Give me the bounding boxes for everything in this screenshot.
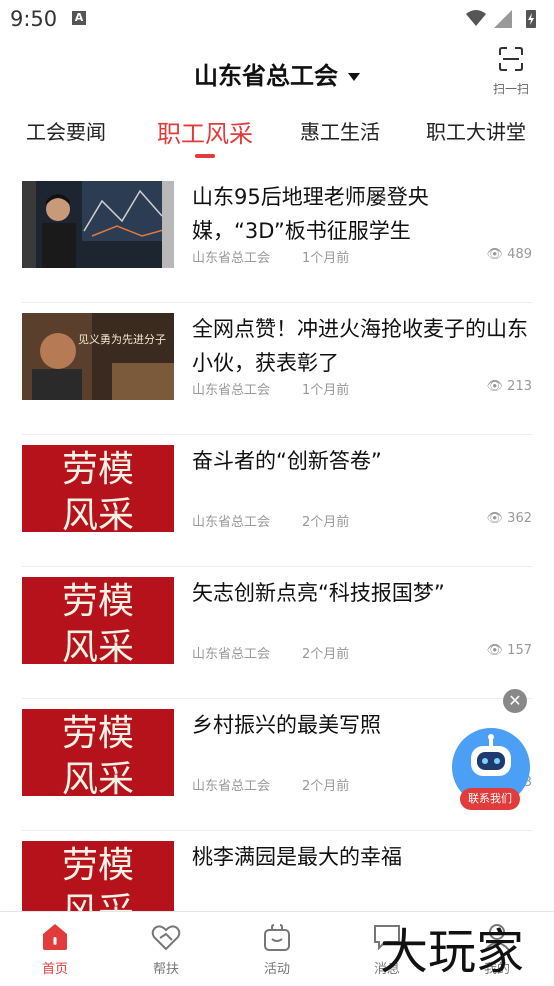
article-thumbnail: 劳模 风采 [22,445,174,532]
app-header: 山东省总工会 扫一扫 [0,38,554,102]
eye-icon: 👁 [486,247,504,262]
article-views: 👁 213 [486,379,532,394]
article-item[interactable]: 劳模 风采 矢志创新点亮“科技报国梦” 山东省总工会 2个月前 👁 157 [22,566,532,699]
contact-us-button[interactable]: 联系我们 [452,728,530,810]
caret-down-icon [348,73,360,81]
article-title: 矢志创新点亮“科技报国梦” [192,581,445,605]
article-item[interactable]: 山东95后地理老师屡登央媒，“3D”板书征服学生 山东省总工会 1个月前 👁 4… [22,170,532,303]
article-views: 👁 157 [486,643,532,658]
eye-icon: 👁 [486,379,504,394]
svg-text:风采: 风采 [62,495,134,532]
article-thumbnail: 劳模 风采 [22,709,174,796]
watermark: 大玩家 [380,924,525,980]
close-float-button[interactable]: ✕ [503,689,527,713]
contact-us-label: 联系我们 [460,788,520,810]
scan-label: 扫一扫 [492,82,529,96]
notification-a-icon: A [72,11,86,25]
tab-lecture[interactable]: 职工大讲堂 [426,116,526,145]
article-item[interactable]: 劳模 风采 奋斗者的“创新答卷” 山东省总工会 2个月前 👁 362 [22,434,532,567]
org-selector[interactable]: 山东省总工会 [0,56,554,91]
article-time: 1个月前 [302,251,350,266]
svg-text:劳模: 劳模 [62,713,134,754]
eye-icon: 👁 [486,511,504,526]
article-source: 山东省总工会 [192,251,271,266]
category-tabs: 工会要闻 职工风采 惠工生活 职工大讲堂 [0,108,554,160]
article-thumbnail: 劳模 风采 [22,577,174,664]
article-views: 👁 489 [486,247,532,262]
article-time: 2个月前 [302,647,350,662]
thumb-caption: 见义勇为先进分子 [78,333,166,346]
article-source: 山东省总工会 [192,515,271,530]
nav-home[interactable]: 首页 [20,922,90,977]
article-views: 👁 362 [486,511,532,526]
article-source: 山东省总工会 [192,647,271,662]
article-title: 奋斗者的“创新答卷” [192,449,382,473]
status-bar: 9:50 A [0,0,554,38]
article-time: 2个月前 [302,515,350,530]
wifi-icon [466,10,486,26]
scan-button[interactable]: 扫一扫 [490,46,532,97]
svg-text:劳模: 劳模 [62,845,134,886]
article-thumbnail: 见义勇为先进分子 [22,313,174,400]
article-title: 山东95后地理老师屡登央媒，“3D”板书征服学生 [192,185,429,243]
article-source: 山东省总工会 [192,779,271,794]
svg-text:风采: 风采 [62,759,134,796]
tab-worker-style[interactable]: 职工风采 [157,114,253,149]
bag-icon [264,924,290,951]
active-tab-indicator [195,154,215,158]
tab-life[interactable]: 惠工生活 [300,116,380,145]
article-source: 山东省总工会 [192,383,271,398]
article-item[interactable]: 见义勇为先进分子 全网点赞！冲进火海抢收麦子的山东小伙，获表彰了 山东省总工会 … [22,302,532,435]
signal-icon [494,10,512,28]
status-time: 9:50 [10,7,58,31]
tab-news[interactable]: 工会要闻 [26,116,106,145]
article-thumbnail [22,181,174,268]
page-title: 山东省总工会 [194,62,338,90]
article-title: 桃李满园是最大的幸福 [192,845,402,869]
svg-text:风采: 风采 [62,627,134,664]
nav-activity[interactable]: 活动 [242,922,312,977]
eye-icon: 👁 [486,643,504,658]
article-title: 全网点赞！冲进火海抢收麦子的山东小伙，获表彰了 [192,317,528,375]
home-icon [43,924,67,950]
svg-text:劳模: 劳模 [62,449,134,490]
article-time: 1个月前 [302,383,350,398]
article-time: 2个月前 [302,779,350,794]
nav-help[interactable]: 帮扶 [131,922,201,977]
svg-text:劳模: 劳模 [62,581,134,622]
handshake-icon [151,925,181,951]
scan-icon [499,47,523,71]
system-status-icons [466,10,536,28]
